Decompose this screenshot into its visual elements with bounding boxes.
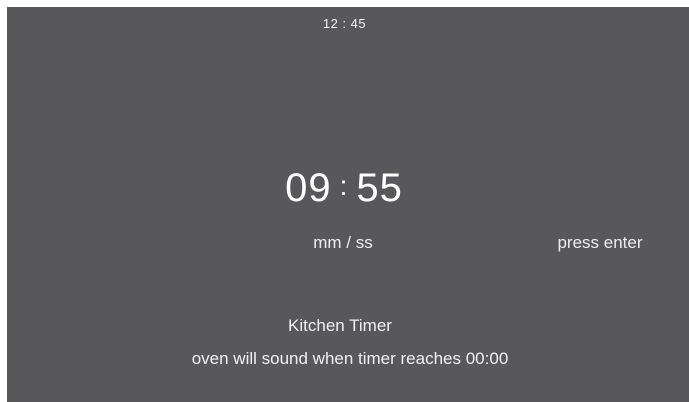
press-enter-hint: press enter	[557, 233, 643, 252]
timer-description: oven will sound when timer reaches 00:00	[191, 349, 509, 368]
timer-separator: :	[339, 170, 349, 201]
timer-seconds[interactable]: 55	[356, 166, 403, 210]
clock-time: 12 : 45	[322, 16, 367, 31]
timer-minutes[interactable]: 09	[285, 166, 332, 210]
timer-display[interactable]: 09:55	[270, 166, 418, 211]
page-title: Kitchen Timer	[288, 316, 392, 335]
timer-units-label: mm / ss	[313, 233, 373, 252]
